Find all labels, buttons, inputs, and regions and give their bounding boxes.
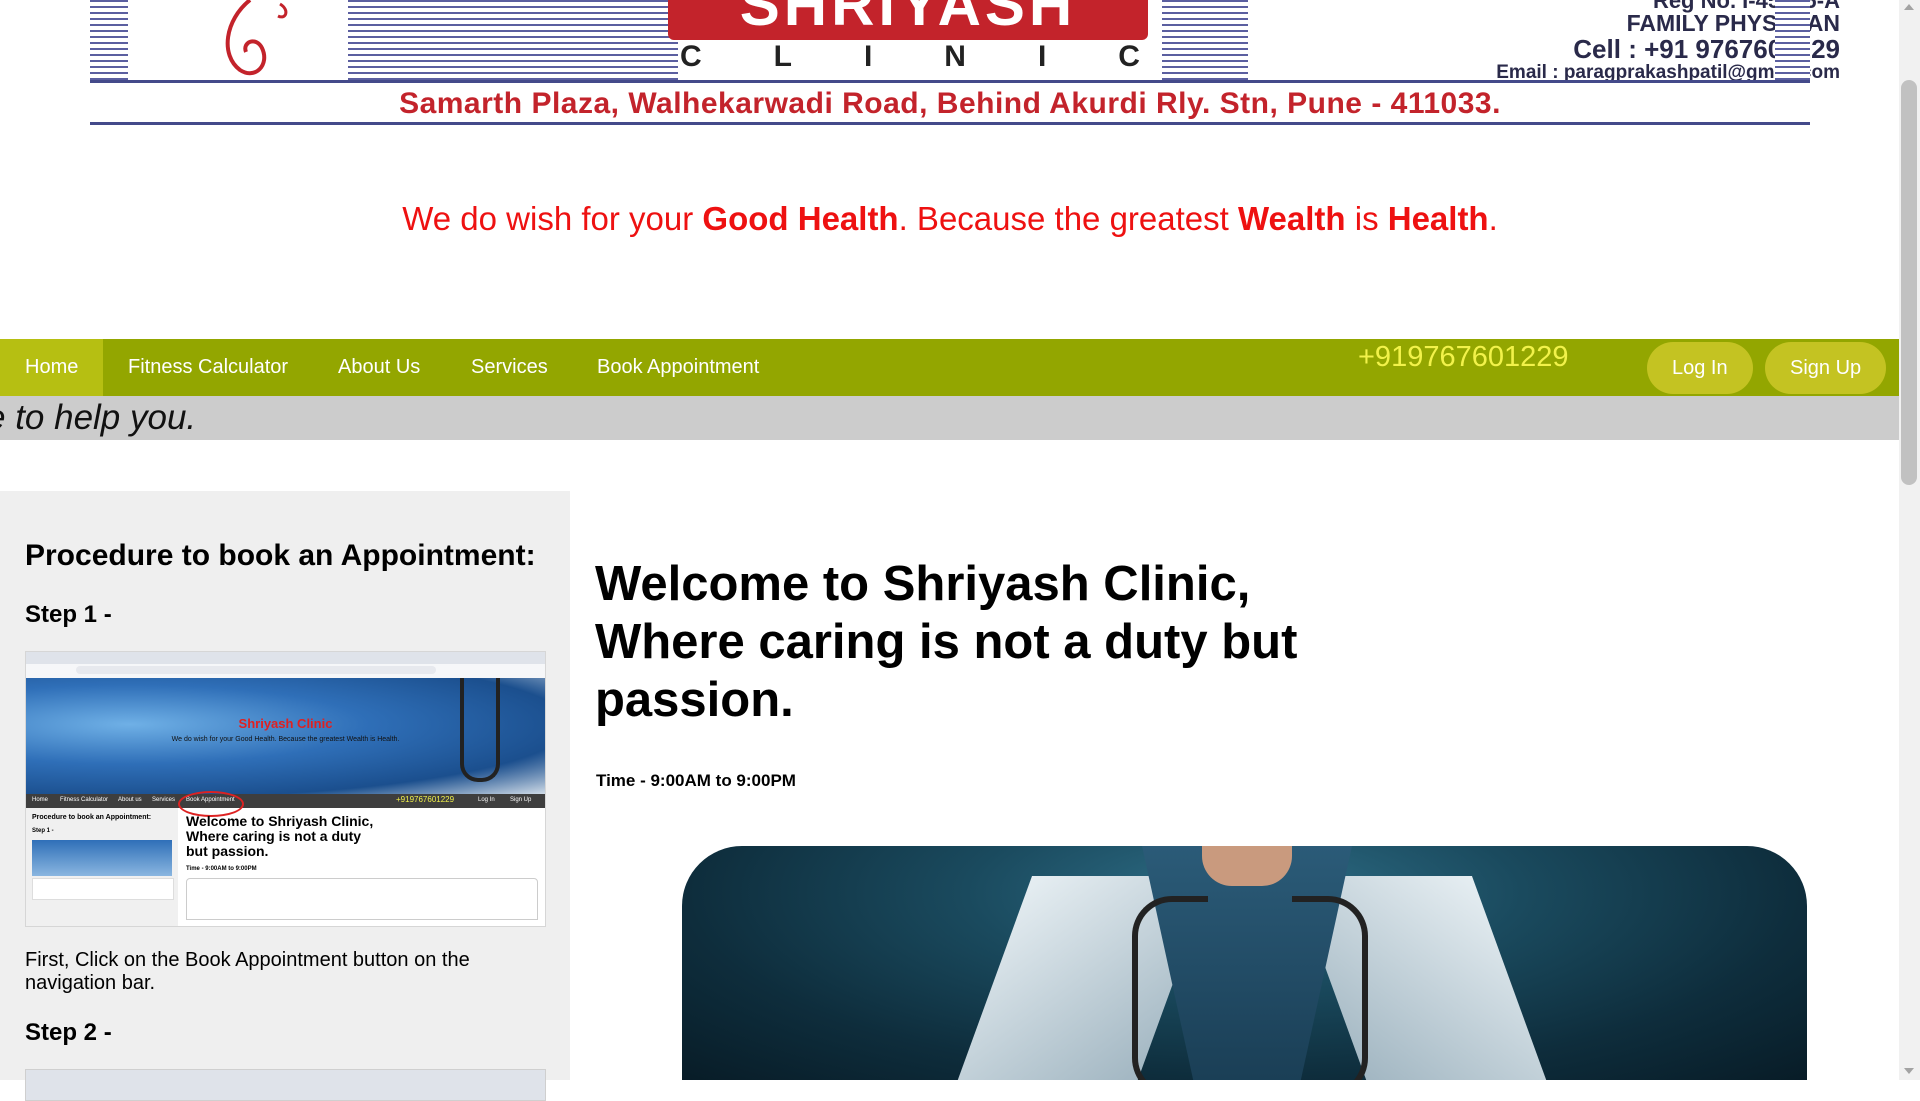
brand-name-box: SHRIYASH	[668, 0, 1148, 40]
registration-number: Reg No. I-45326-A	[1652, 0, 1840, 13]
nav-about-us[interactable]: About Us	[313, 339, 445, 396]
brand-subtitle: C L I N I C	[680, 40, 1140, 73]
clinic-letterhead-banner: SHRIYASH C L I N I C Reg No. I-45326-A F…	[90, 0, 1840, 128]
mini-signup: Sign Up	[510, 797, 532, 803]
mini-nav-item: Services	[152, 797, 176, 803]
main-navigation-bar: Home Fitness Calculator About Us Service…	[0, 339, 1899, 396]
mini-left-panel: Procedure to book an Appointment: Step 1…	[26, 808, 178, 926]
brand-sub-letter: C	[680, 40, 702, 73]
procedure-sidebar: Procedure to book an Appointment: Step 1…	[0, 491, 570, 1101]
brand-sub-letter: I	[1037, 40, 1047, 73]
mini-image-box	[186, 878, 538, 920]
mini-browser-tabs	[26, 652, 545, 664]
mini-nav-phone: +919767601229	[396, 795, 455, 804]
nav-fitness-calculator[interactable]: Fitness Calculator	[103, 339, 313, 396]
clinic-hours: Time - 9:00AM to 9:00PM	[596, 771, 796, 790]
doctor-neck	[1202, 846, 1292, 886]
clinic-address: Samarth Plaza, Walhekarwadi Road, Behind…	[399, 87, 1501, 120]
tagline-text: .	[1488, 200, 1498, 237]
mini-screenshot-thumb-2	[32, 878, 174, 900]
scroll-down-arrow-icon[interactable]	[1904, 1068, 1914, 1074]
nav-book-appointment[interactable]: Book Appointment	[572, 339, 784, 396]
tagline-text: is	[1345, 200, 1388, 237]
clinic-logo	[130, 0, 346, 80]
login-button[interactable]: Log In	[1647, 342, 1753, 394]
mini-hero-banner: Shriyash Clinic We do wish for your Good…	[26, 678, 545, 794]
mini-nav-item: Fitness Calculator	[60, 797, 109, 803]
nav-home[interactable]: Home	[0, 339, 104, 396]
brand-sub-letter: N	[944, 40, 966, 73]
brand-sub-letter: I	[863, 40, 873, 73]
contact-block: Reg No. I-45326-A FAMILY PHYSICIAN Cell …	[1250, 0, 1840, 83]
step-2-title: Step 2 -	[25, 1019, 112, 1046]
signup-button[interactable]: Sign Up	[1765, 342, 1887, 394]
welcome-heading: Welcome to Shriyash Clinic, Where caring…	[595, 557, 1298, 727]
banner-divider-top	[90, 80, 1810, 83]
stethoscope-icon	[1132, 896, 1208, 1080]
mini-screenshot-thumb	[32, 840, 172, 876]
step-2-screenshot	[25, 1069, 546, 1101]
stethoscope-icon	[1292, 896, 1368, 1080]
mini-address-bar	[26, 664, 545, 679]
step-1-screenshot: Shriyash Clinic We do wish for your Good…	[25, 651, 546, 927]
scrolling-marquee: e to help you.	[0, 396, 1899, 440]
scroll-up-arrow-icon[interactable]	[1904, 4, 1914, 10]
tagline-bold-health: Health	[1387, 200, 1489, 237]
step-1-title: Step 1 -	[25, 601, 112, 628]
tagline-bold-wealth: Wealth	[1237, 200, 1346, 237]
banner-stripes-middle-left	[348, 0, 678, 84]
mini-nav-bar: Home Fitness Calculator About us Service…	[26, 794, 545, 808]
tagline: We do wish for your Good Health. Because…	[0, 200, 1900, 238]
step-1-description: First, Click on the Book Appointment but…	[25, 949, 470, 994]
tagline-bold-good-health: Good Health	[702, 200, 899, 237]
nav-services[interactable]: Services	[446, 339, 573, 396]
mini-hours: Time - 9:00AM to 9:00PM	[186, 866, 257, 872]
mini-hero-title: Shriyash Clinic	[238, 716, 333, 731]
mini-nav-item: About us	[118, 797, 142, 803]
brand-sub-letter: C	[1118, 40, 1140, 73]
banner-stripes-left	[90, 0, 128, 84]
mini-welcome: Welcome to Shriyash Clinic, Where caring…	[186, 813, 374, 859]
vertical-scrollbar[interactable]	[1899, 0, 1920, 1080]
banner-stripes-middle-right	[1162, 0, 1248, 84]
cell-number: Cell : +91 9767601229	[1573, 34, 1840, 64]
mini-procedure-title: Procedure to book an Appointment:	[32, 814, 152, 821]
stethoscope-logo-icon	[225, 0, 288, 76]
mini-step-title: Step 1 -	[32, 828, 54, 834]
marquee-text: e to help you.	[0, 398, 197, 437]
banner-divider-bottom	[90, 122, 1810, 125]
procedure-title: Procedure to book an Appointment:	[25, 539, 536, 572]
scrollbar-thumb[interactable]	[1901, 80, 1917, 485]
nav-phone-number: +919767601229	[1358, 341, 1569, 373]
doctor-hero-image	[682, 846, 1807, 1080]
brand-name: SHRIYASH	[739, 0, 1077, 38]
mini-login: Log In	[478, 797, 495, 803]
mini-nav-item: Home	[32, 797, 49, 803]
banner-stripes-right	[1775, 0, 1810, 84]
mini-hero-subtitle: We do wish for your Good Health. Because…	[171, 736, 400, 743]
tagline-text: We do wish for your	[402, 200, 703, 237]
tagline-text: . Because the greatest	[898, 200, 1238, 237]
brand-sub-letter: L	[773, 40, 792, 73]
physician-title: FAMILY PHYSICIAN	[1626, 10, 1840, 36]
